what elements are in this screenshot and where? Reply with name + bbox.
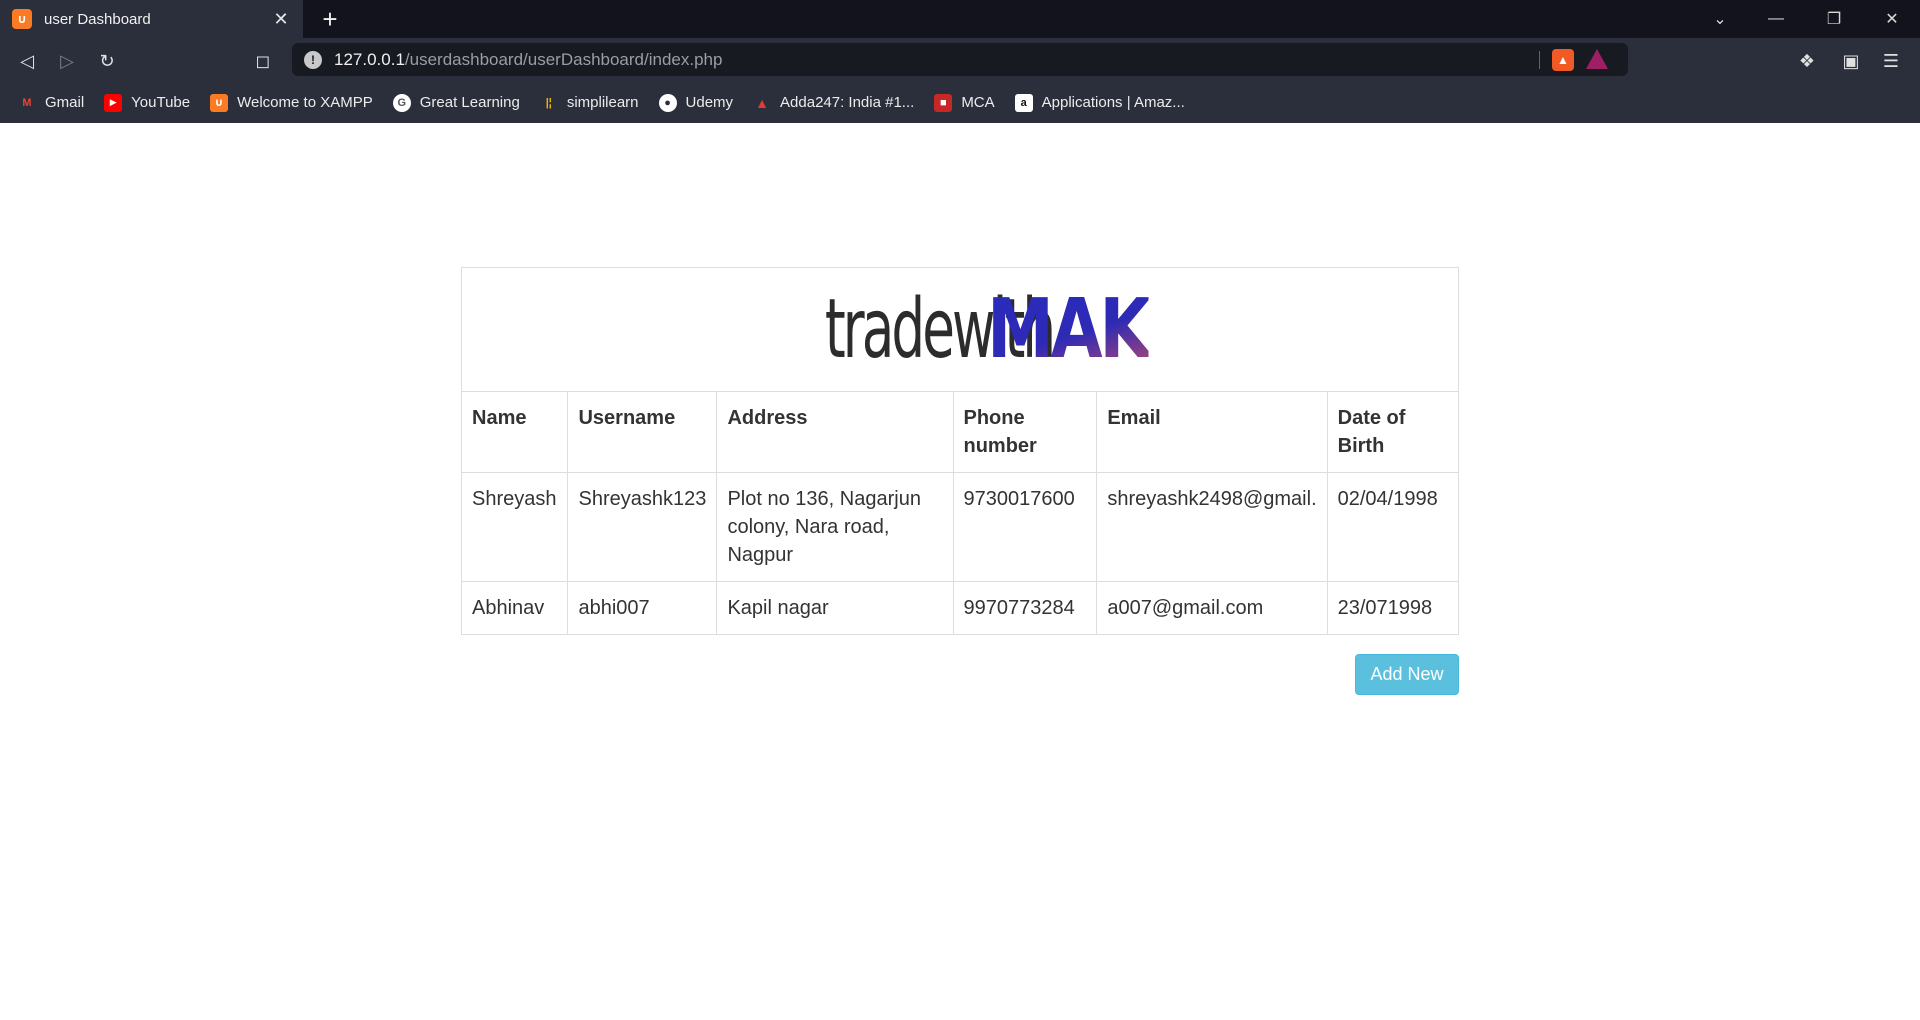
bookmark-xampp[interactable]: ∪ Welcome to XAMPP xyxy=(210,93,373,112)
header-email: Email xyxy=(1096,392,1328,473)
adda-icon: ▲ xyxy=(755,94,769,111)
logo-text-mak: MAK xyxy=(987,282,1151,377)
cell-dob: 02/04/1998 xyxy=(1326,472,1458,582)
table-header-row: Name Username Address Phone number Email… xyxy=(462,392,1458,473)
tab-active[interactable]: ∪ user Dashboard ✕ xyxy=(0,0,303,38)
bookmark-udemy[interactable]: ● Udemy xyxy=(658,93,734,112)
bookmark-amazon[interactable]: a Applications | Amaz... xyxy=(1014,93,1185,112)
tab-title: user Dashboard xyxy=(44,10,151,28)
cell-username: abhi007 xyxy=(567,581,718,634)
xampp-icon: ∪ xyxy=(210,93,229,112)
header-dob: Date of Birth xyxy=(1326,392,1458,473)
brave-rewards-icon[interactable] xyxy=(1586,49,1608,69)
cell-dob: 23/071998 xyxy=(1326,581,1458,634)
tradewithmak-logo: tradewith MAK xyxy=(462,268,1458,392)
close-tab-icon[interactable]: ✕ xyxy=(271,9,291,30)
address-bar[interactable]: ! 127.0.0.1/userdashboard/userDashboard/… xyxy=(292,43,1628,76)
bookmark-youtube[interactable]: ▶ YouTube xyxy=(104,93,191,112)
bookmark-gmail[interactable]: M Gmail xyxy=(18,94,84,112)
bookmark-label: Great Learning xyxy=(419,94,520,111)
extensions-icon[interactable]: ❖ xyxy=(1792,46,1822,76)
header-phone: Phone number xyxy=(952,392,1098,473)
simplilearn-icon: |¦ xyxy=(545,96,552,109)
cell-name: Shreyash xyxy=(462,472,569,582)
bookmark-label: simplilearn xyxy=(566,94,639,111)
cell-email: a007@gmail.com xyxy=(1096,581,1328,634)
site-info-icon[interactable]: ! xyxy=(304,50,322,69)
bookmark-great-learning[interactable]: G Great Learning xyxy=(392,93,520,112)
bookmark-label: Applications | Amaz... xyxy=(1041,94,1185,111)
bookmarks-bar: M Gmail ▶ YouTube ∪ Welcome to XAMPP G G… xyxy=(0,82,1920,123)
globe-icon: ● xyxy=(658,93,677,112)
url-host: 127.0.0.1 xyxy=(334,49,405,69)
header-name: Name xyxy=(462,392,569,473)
mca-icon: ■ xyxy=(934,93,953,112)
youtube-icon: ▶ xyxy=(104,93,123,112)
tab-strip: ∪ user Dashboard ✕ + ⌄ — ❐ ✕ xyxy=(0,0,1920,38)
bookmark-icon[interactable]: ◻ xyxy=(248,46,278,76)
minimize-icon[interactable]: — xyxy=(1748,0,1804,38)
brave-shields-icon[interactable]: ▲ xyxy=(1552,49,1574,71)
table-row: Shreyash Shreyashk123 Plot no 136, Nagar… xyxy=(462,472,1458,582)
bookmark-simplilearn[interactable]: |¦ simplilearn xyxy=(540,94,639,112)
gmail-icon: M xyxy=(22,96,32,109)
bookmark-label: Gmail xyxy=(45,94,85,111)
add-new-button[interactable]: Add New xyxy=(1355,654,1459,695)
back-icon[interactable]: ◁ xyxy=(12,46,42,76)
menu-icon[interactable]: ☰ xyxy=(1876,46,1906,76)
cell-phone: 9970773284 xyxy=(952,581,1098,634)
bookmark-label: Welcome to XAMPP xyxy=(237,94,373,111)
restore-icon[interactable]: ❐ xyxy=(1806,0,1862,38)
cell-username: Shreyashk123 xyxy=(567,472,718,582)
users-table: Name Username Address Phone number Email… xyxy=(462,392,1458,634)
amazon-icon: a xyxy=(1014,93,1033,112)
bookmark-label: MCA xyxy=(961,94,995,111)
forward-icon[interactable]: ▷ xyxy=(52,46,82,76)
wallet-icon[interactable]: ▣ xyxy=(1836,46,1866,76)
cell-phone: 9730017600 xyxy=(952,472,1098,582)
table-row: Abhinav abhi007 Kapil nagar 9970773284 a… xyxy=(462,581,1458,634)
bookmark-mca[interactable]: ■ MCA xyxy=(934,93,995,112)
bookmark-label: YouTube xyxy=(131,94,191,111)
reload-icon[interactable]: ↻ xyxy=(92,46,122,76)
cell-name: Abhinav xyxy=(462,581,569,634)
divider xyxy=(1539,51,1540,69)
url-path: /userdashboard/userDashboard/index.php xyxy=(404,49,723,69)
google-icon: G xyxy=(392,93,411,112)
bookmark-label: Udemy xyxy=(685,94,734,111)
chevron-down-icon[interactable]: ⌄ xyxy=(1692,0,1748,38)
bookmark-label: Adda247: India #1... xyxy=(780,94,915,111)
bookmark-adda247[interactable]: ▲ Adda247: India #1... xyxy=(753,94,914,112)
close-window-icon[interactable]: ✕ xyxy=(1864,0,1920,38)
header-address: Address xyxy=(716,392,954,473)
user-table-panel: tradewith MAK Name Username Address Phone… xyxy=(461,267,1459,635)
cell-address: Kapil nagar xyxy=(716,581,954,634)
header-username: Username xyxy=(567,392,718,473)
xampp-icon: ∪ xyxy=(12,9,32,29)
cell-address: Plot no 136, Nagarjun colony, Nara road,… xyxy=(716,472,954,582)
cell-email: shreyashk2498@gmail. xyxy=(1096,472,1328,582)
new-tab-button[interactable]: + xyxy=(316,4,344,34)
browser-toolbar: ◁ ▷ ↻ ◻ ! 127.0.0.1/userdashboard/userDa… xyxy=(0,38,1920,82)
